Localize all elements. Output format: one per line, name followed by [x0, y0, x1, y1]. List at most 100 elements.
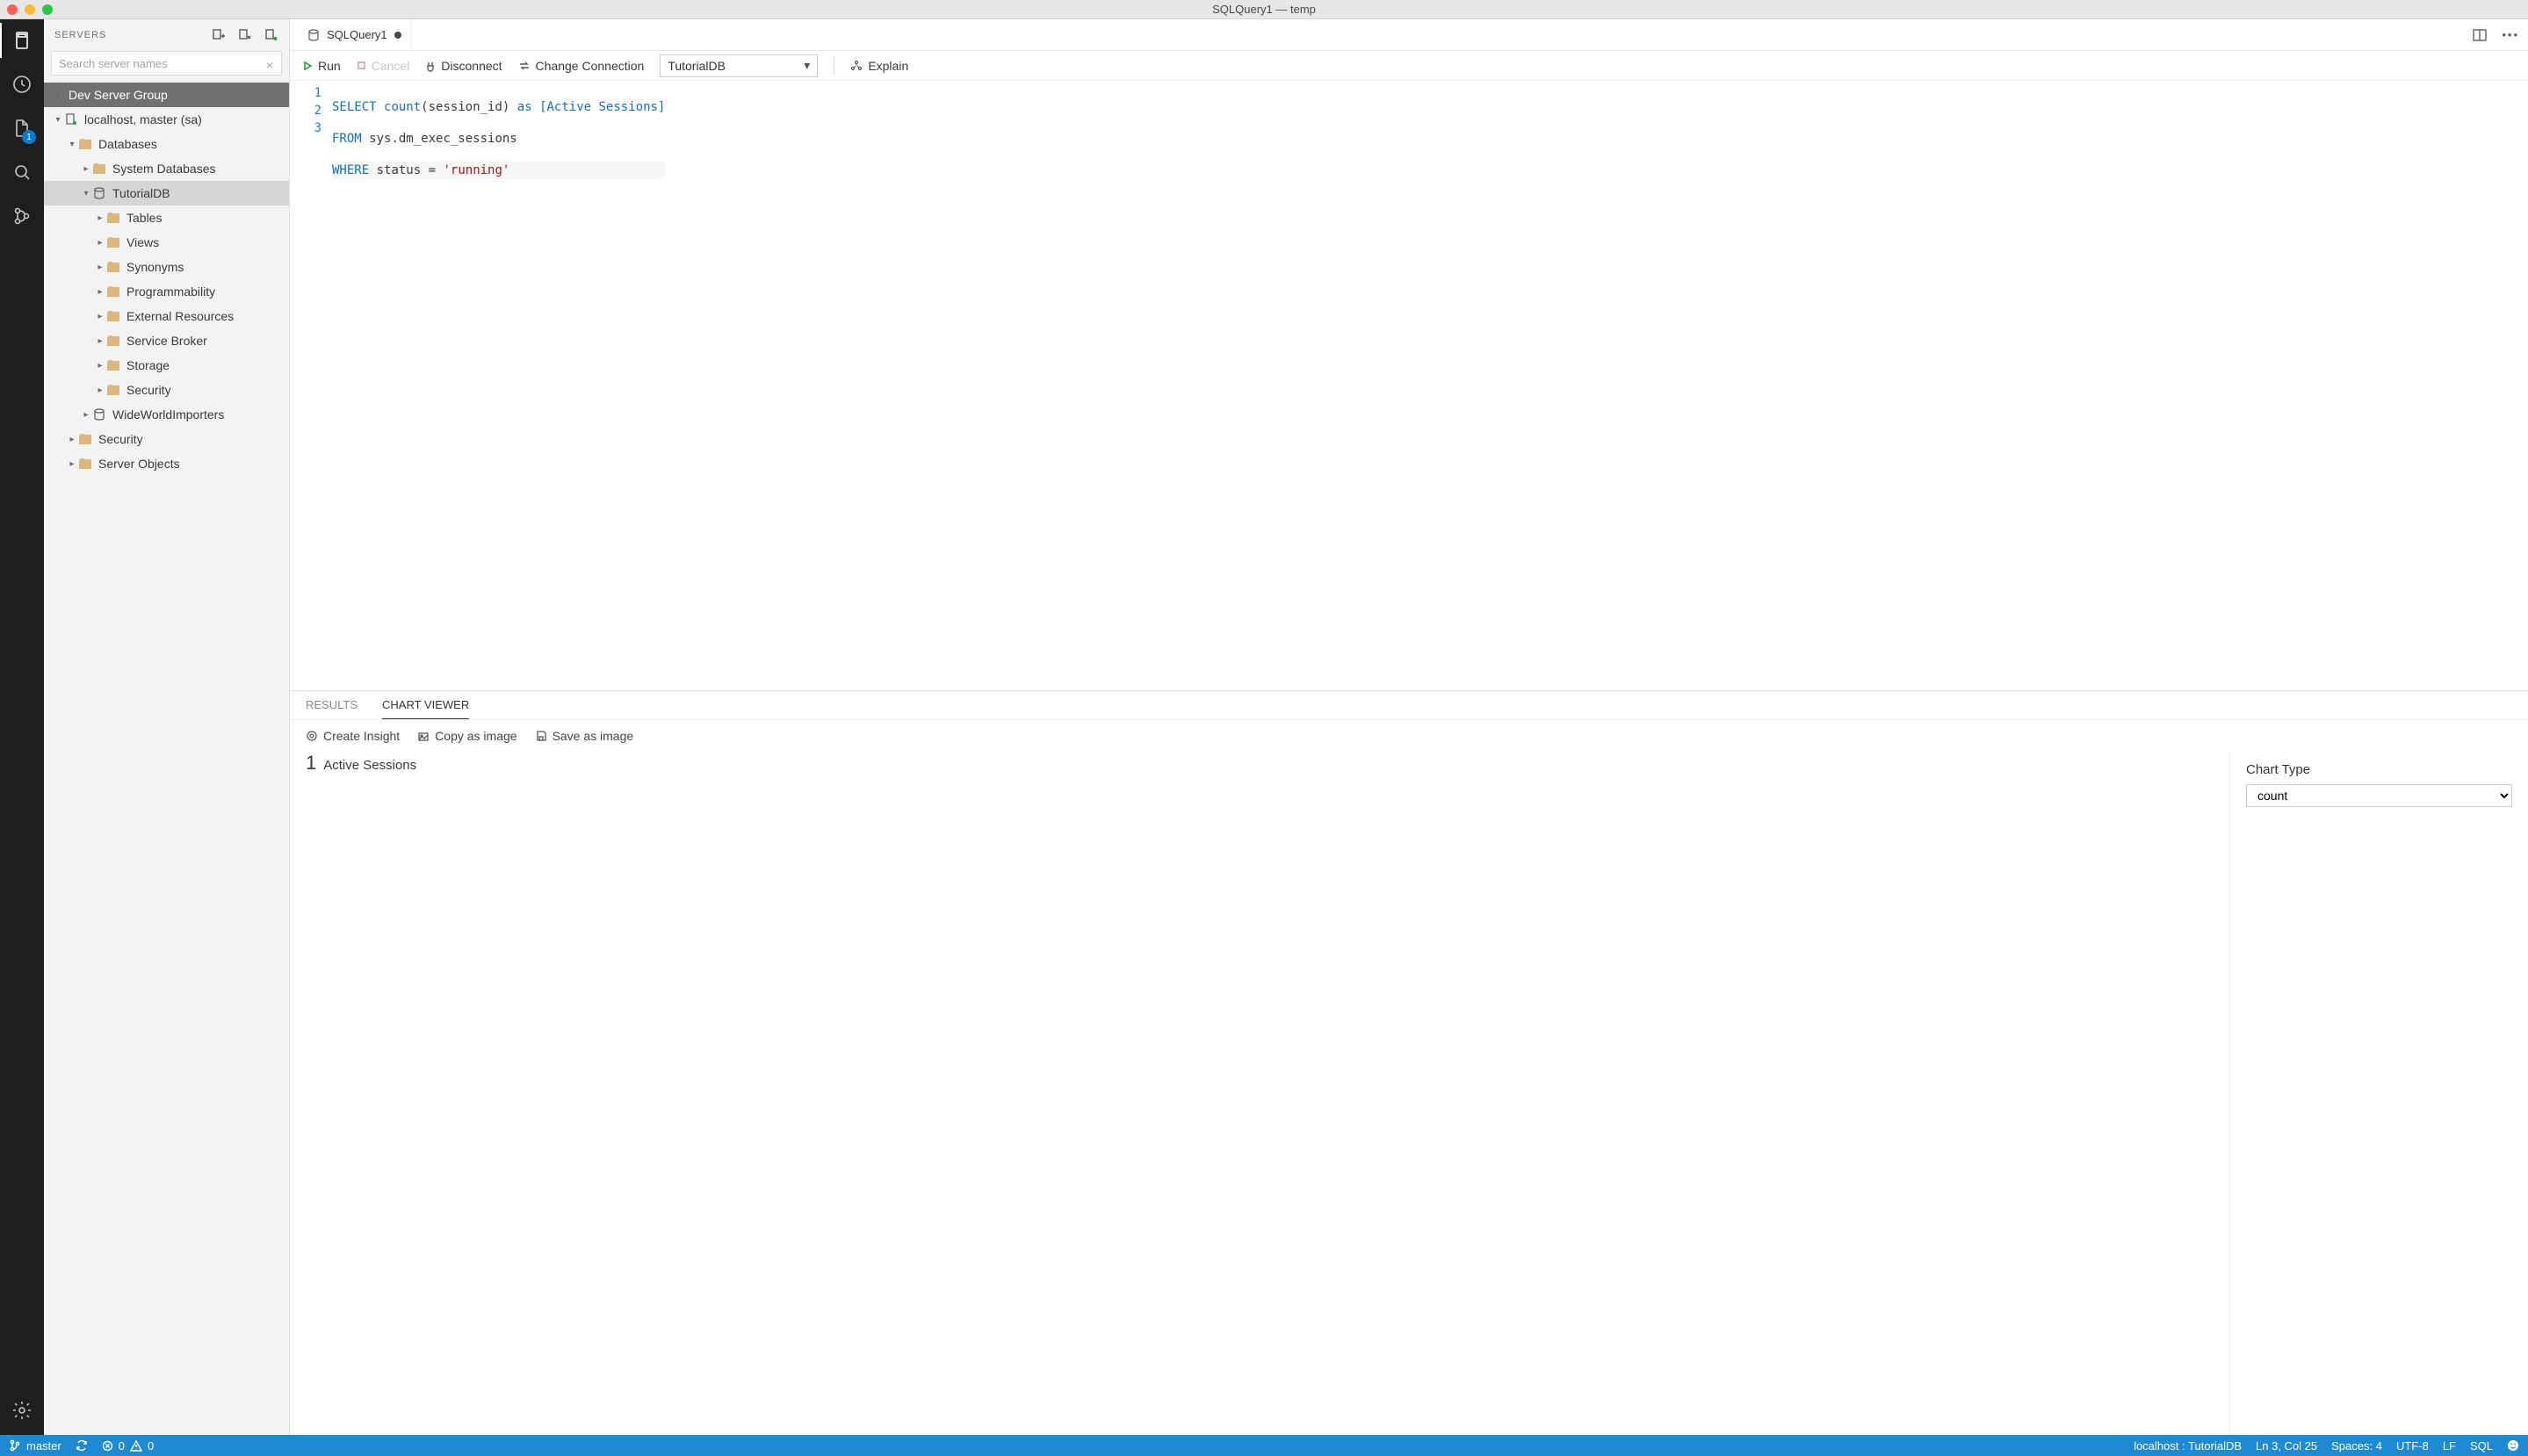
folder-icon [105, 286, 121, 297]
status-indent[interactable]: Spaces: 4 [2331, 1439, 2382, 1452]
tree-storage[interactable]: ▸Storage [44, 353, 289, 378]
disconnect-icon [425, 60, 436, 72]
chevron-down-icon: ▾ [53, 115, 63, 125]
change-connection-icon [518, 60, 531, 72]
folder-icon [105, 213, 121, 223]
tree-wideworldimporters[interactable]: ▸WideWorldImporters [44, 402, 289, 427]
chart-type-select[interactable]: count [2246, 784, 2512, 807]
tree-programmability[interactable]: ▸Programmability [44, 279, 289, 304]
database-icon [91, 408, 107, 421]
line-number: 3 [290, 119, 321, 137]
folder-icon [105, 335, 121, 346]
tree-tables[interactable]: ▸Tables [44, 205, 289, 230]
search-input[interactable] [51, 51, 282, 76]
minimize-window-icon[interactable] [25, 4, 35, 15]
activity-search-icon[interactable] [10, 160, 34, 184]
chart-canvas: 1 Active Sessions [290, 752, 2229, 1435]
tree-synonyms[interactable]: ▸ Synonyms [44, 255, 289, 279]
maximize-window-icon[interactable] [42, 4, 53, 15]
new-group-icon[interactable] [238, 28, 252, 42]
tree-views[interactable]: ▸Views [44, 230, 289, 255]
tree-db-security[interactable]: ▸ Security [44, 378, 289, 402]
clear-search-icon[interactable]: × [266, 58, 273, 72]
window-titlebar: SQLQuery1 — temp [0, 0, 2528, 19]
more-actions-icon[interactable]: ••• [2502, 28, 2519, 41]
chevron-right-icon: ▸ [95, 386, 105, 395]
folder-icon [105, 262, 121, 272]
status-problems[interactable]: 0 0 [102, 1439, 154, 1452]
warning-icon [130, 1440, 142, 1452]
activity-tasks-icon[interactable] [10, 72, 34, 97]
folder-icon [105, 237, 121, 248]
stop-icon [357, 61, 366, 70]
tree-server-node[interactable]: ▾ localhost, master (sa) [44, 107, 289, 132]
chevron-right-icon: ▸ [95, 336, 105, 346]
status-eol[interactable]: LF [2443, 1439, 2456, 1452]
tree-label: Security [126, 383, 171, 397]
explorer-badge: 1 [22, 130, 36, 144]
tree-server-objects[interactable]: ▸ Server Objects [44, 451, 289, 476]
activity-explorer-icon[interactable]: 1 [10, 116, 34, 141]
cancel-label: Cancel [372, 59, 410, 73]
chevron-right-icon: ▸ [95, 287, 105, 297]
status-sync[interactable] [76, 1439, 88, 1452]
status-connection[interactable]: localhost : TutorialDB [2134, 1439, 2242, 1452]
create-insight-button[interactable]: Create Insight [306, 729, 400, 743]
tree-label: Security [98, 432, 143, 446]
line-number: 2 [290, 102, 321, 119]
tab-sqlquery1[interactable]: SQLQuery1 [299, 19, 411, 50]
status-cursor[interactable]: Ln 3, Col 25 [2256, 1439, 2317, 1452]
tree-label: Synonyms [126, 260, 184, 274]
chevron-right-icon: ▸ [67, 459, 77, 469]
tree-system-databases[interactable]: ▸System Databases [44, 156, 289, 181]
git-branch-icon [9, 1439, 21, 1452]
status-language[interactable]: SQL [2470, 1439, 2493, 1452]
save-icon [535, 730, 547, 742]
activity-settings-icon[interactable] [10, 1398, 34, 1423]
tree-server-security[interactable]: ▸Security [44, 427, 289, 451]
split-editor-icon[interactable] [2472, 27, 2488, 43]
close-window-icon[interactable] [7, 4, 18, 15]
server-group-label: Dev Server Group [69, 88, 168, 102]
activity-bar: 1 [0, 19, 44, 1435]
tree-label: Server Objects [98, 457, 180, 471]
code-editor[interactable]: 1 2 3 SELECT count(session_id) as [Activ… [290, 81, 2528, 690]
tree-label: External Resources [126, 309, 234, 323]
status-encoding[interactable]: UTF-8 [2396, 1439, 2429, 1452]
change-connection-button[interactable]: Change Connection [518, 59, 645, 73]
tree-databases-folder[interactable]: ▾Databases [44, 132, 289, 156]
copy-as-image-button[interactable]: Copy as image [417, 729, 516, 743]
tab-label: SQLQuery1 [327, 28, 387, 41]
tree-service-broker[interactable]: ▸Service Broker [44, 328, 289, 353]
chart-options: Chart Type count [2229, 752, 2528, 1435]
server-group-header[interactable]: ▾ Dev Server Group [44, 83, 289, 107]
disconnect-button[interactable]: Disconnect [425, 59, 502, 73]
query-toolbar: Run Cancel Disconnect Change Connection … [290, 51, 2528, 81]
tab-chart-viewer[interactable]: CHART VIEWER [382, 698, 469, 719]
active-connections-icon[interactable] [264, 28, 278, 42]
database-select[interactable]: TutorialDB ▾ [660, 54, 818, 77]
tree-label: localhost, master (sa) [84, 112, 202, 126]
database-icon [91, 187, 107, 199]
tree-tutorialdb[interactable]: ▾TutorialDB [44, 181, 289, 205]
database-select-value: TutorialDB [668, 59, 726, 73]
editor-area: SQLQuery1 ••• Run Cancel Disconnect [290, 19, 2528, 1435]
chevron-right-icon: ▸ [95, 263, 105, 272]
tab-results[interactable]: RESULTS [306, 698, 358, 719]
run-button[interactable]: Run [302, 59, 341, 73]
disconnect-label: Disconnect [441, 59, 502, 73]
error-icon [102, 1440, 113, 1452]
explain-button[interactable]: Explain [850, 59, 908, 73]
tree-label: System Databases [112, 162, 216, 176]
tree-external-resources[interactable]: ▸External Resources [44, 304, 289, 328]
status-feedback-icon[interactable] [2507, 1439, 2519, 1452]
save-as-image-button[interactable]: Save as image [535, 729, 634, 743]
activity-servers-icon[interactable] [10, 28, 34, 53]
line-gutter: 1 2 3 [290, 81, 332, 690]
new-connection-icon[interactable] [212, 28, 226, 42]
activity-source-control-icon[interactable] [10, 204, 34, 228]
status-branch[interactable]: master [9, 1439, 61, 1452]
cancel-button[interactable]: Cancel [357, 59, 410, 73]
editor-tabs: SQLQuery1 ••• [290, 19, 2528, 51]
code-content: SELECT count(session_id) as [Active Sess… [332, 81, 665, 690]
